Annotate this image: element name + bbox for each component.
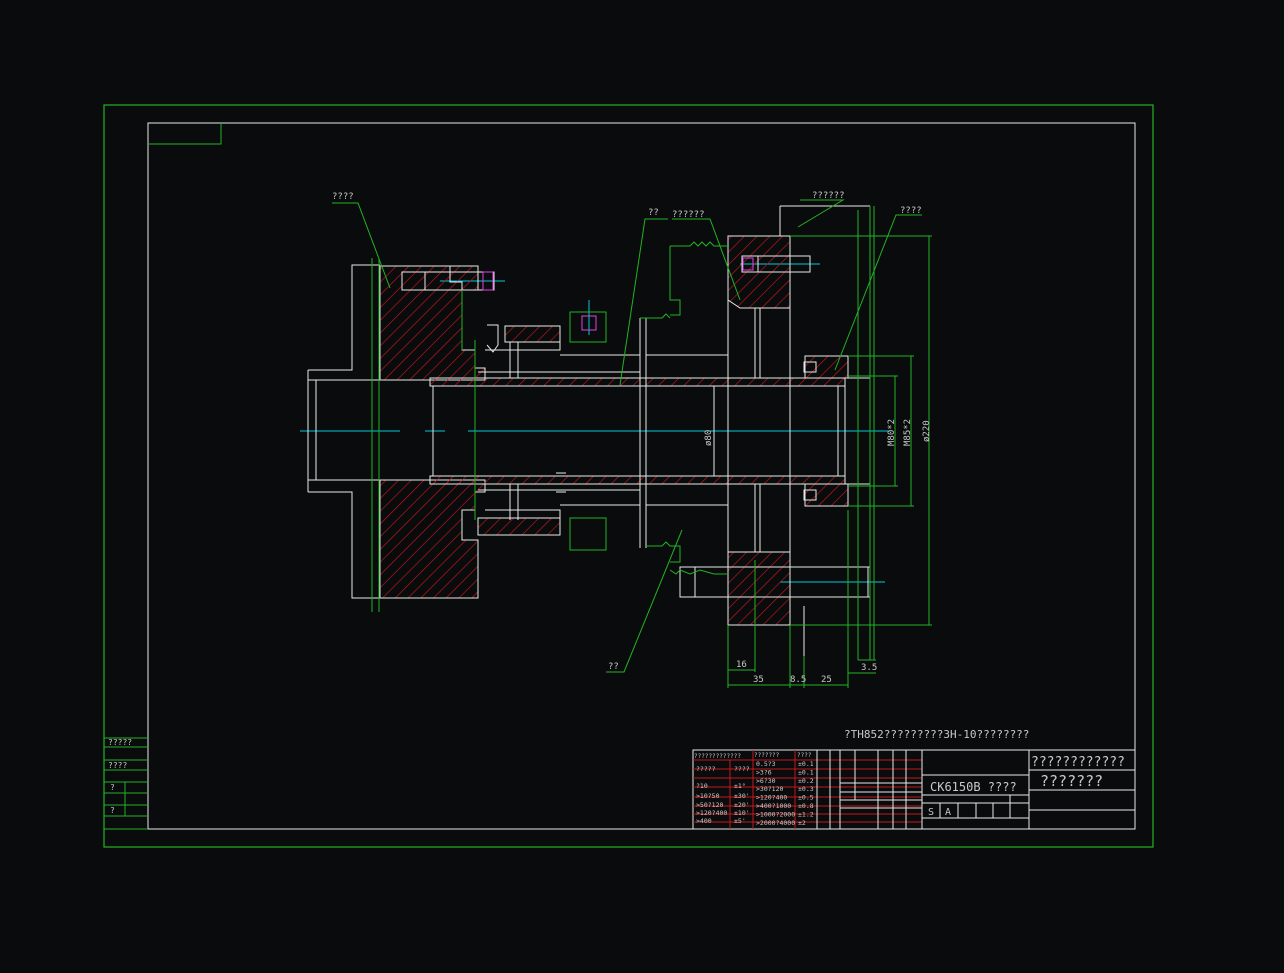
tolerance-rows-left: ????? ???? ?10 ±1° >10?50 ±30' >50?120 ±20' >120… <box>696 765 750 825</box>
tol-right-value: ±0.1 <box>798 768 814 776</box>
cad-drawing: ????? ???? ? ? ???? ?? ?????? ?????? ???… <box>103 104 1154 848</box>
tol-right-range: >6?30 <box>756 777 776 785</box>
tol-left-value: ???? <box>734 765 750 773</box>
left-strip-r1: ????? <box>108 738 132 747</box>
dim-3-5: 3.5 <box>861 663 877 673</box>
tol-right-range: >3?6 <box>756 768 772 776</box>
dim-thread1: M80*2 <box>887 419 897 446</box>
tol-left-value: ±1° <box>734 782 746 790</box>
tol-right-range: >30?120 <box>756 785 783 793</box>
corner-tab <box>148 123 222 145</box>
tol-left-range: >120?400 <box>696 809 727 817</box>
tol-right-value: ±0.8 <box>798 802 814 810</box>
callout-lower: ?? <box>608 662 619 672</box>
left-strip-r3: ? <box>110 783 115 792</box>
tol-header-right: ???? <box>797 752 812 759</box>
dim-16: 16 <box>736 660 747 670</box>
tol-right-range: >1000?2000 <box>756 810 795 818</box>
tol-right-value: ±0.3 <box>798 785 814 793</box>
callout-nut: ???? <box>900 206 922 216</box>
technical-note: ?TH852?????????3H-10???????? <box>844 728 1029 741</box>
tol-left-value: ±20' <box>734 801 750 809</box>
scale-s: S <box>928 807 934 818</box>
left-strip-r4: ? <box>110 806 115 815</box>
tol-left-range: ?10 <box>696 782 708 790</box>
left-strip-r2: ???? <box>108 761 127 770</box>
tol-right-value: ±2 <box>798 819 806 827</box>
tol-left-range: >10?50 <box>696 792 720 800</box>
model-number: CK6150B ???? <box>930 780 1017 794</box>
tol-right-value: ±0.5 <box>798 794 814 802</box>
tolerance-rows-right: 0.5?3 ±0.1 >3?6 ±0.1 >6?30 ±0.2 >30?120 ±0.3 >12… <box>756 760 814 827</box>
tol-left-value: ±10' <box>734 809 750 817</box>
tol-left-value: ±30' <box>734 792 750 800</box>
callout-shaft: ?? <box>648 208 659 218</box>
dim-bore: ø80 <box>704 430 714 446</box>
tol-header-left: ????????????? <box>694 753 741 760</box>
dim-thread2: M85*2 <box>903 419 913 446</box>
dim-outer: ø220 <box>922 420 932 442</box>
tol-left-range: >50?120 <box>696 801 723 809</box>
screw-details <box>482 257 754 331</box>
tol-right-range: >120?400 <box>756 794 787 802</box>
tol-right-value: ±1.2 <box>798 810 814 818</box>
scale-a: A <box>945 807 951 818</box>
tol-left-range: >400 <box>696 817 712 825</box>
tol-right-range: >2000?4000 <box>756 819 795 827</box>
callout-bolt-group: ?????? <box>812 191 845 201</box>
dim-25: 25 <box>821 675 832 685</box>
drawing-name: ???????????? <box>1031 755 1125 770</box>
tol-right-value: ±0.2 <box>798 777 814 785</box>
tol-right-range: 0.5?3 <box>756 760 776 768</box>
dim-8-5: 8.5 <box>790 675 806 685</box>
tol-left-value: ±5' <box>734 817 746 825</box>
tol-left-range: ????? <box>696 765 716 773</box>
drawing-name-2: ??????? <box>1040 772 1103 790</box>
tol-right-range: >400?1000 <box>756 802 791 810</box>
tol-header-mid: ??????? <box>754 752 780 759</box>
callout-flange: ???? <box>332 192 354 202</box>
tol-right-value: ±0.1 <box>798 760 814 768</box>
callout-sleeve: ?????? <box>672 210 705 220</box>
dim-35: 35 <box>753 675 764 685</box>
